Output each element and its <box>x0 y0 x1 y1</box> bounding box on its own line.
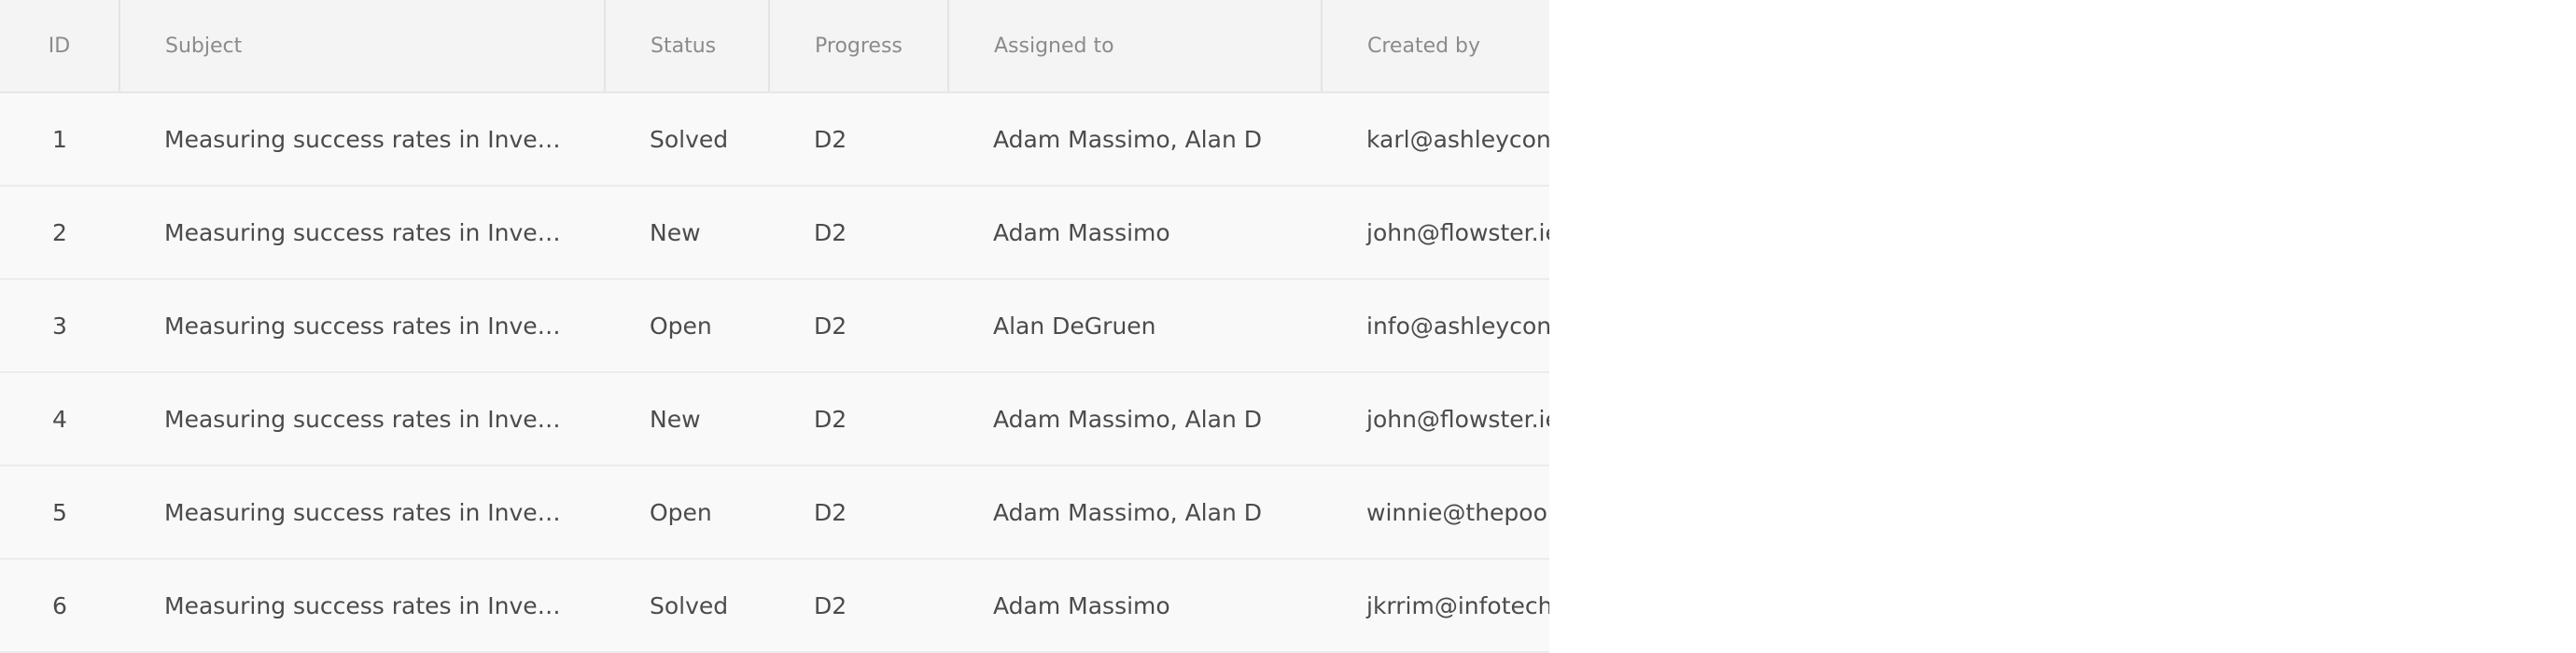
cell-assigned-to: Adam Massimo, Alan D <box>948 372 1322 466</box>
cell-status: Solved <box>605 559 769 653</box>
cell-assigned-to: Adam Massimo, Alan D <box>948 465 1322 560</box>
column-header-created-by[interactable]: Created by <box>1321 0 1549 93</box>
tickets-table-container: ID Subject Status Progress Assigned to C… <box>0 0 1549 653</box>
cell-id: 6 <box>0 559 119 653</box>
table-header-row: ID Subject Status Progress Assigned to C… <box>0 0 1549 93</box>
cell-progress: D2 <box>769 279 948 373</box>
cell-progress: D2 <box>769 559 948 653</box>
column-header-subject[interactable]: Subject <box>119 0 605 93</box>
cell-progress: D2 <box>769 92 948 187</box>
column-header-progress[interactable]: Progress <box>768 0 948 93</box>
cell-assigned-to: Adam Massimo <box>948 559 1322 653</box>
column-header-id[interactable]: ID <box>0 0 119 93</box>
cell-id: 1 <box>0 92 119 187</box>
cell-created-by: jkrrim@infotech.com <box>1322 559 1549 653</box>
table-body: 1 Measuring success rates in Investigati… <box>0 92 1549 653</box>
cell-subject: Measuring success rates in Investigation… <box>119 559 605 653</box>
table-row[interactable]: 6 Measuring success rates in Investigati… <box>0 559 1549 653</box>
cell-created-by: karl@ashleyconsulting.ie <box>1322 92 1549 187</box>
cell-created-by: info@ashleyconsulting.ie <box>1322 279 1549 373</box>
cell-subject: Measuring success rates in Investigation… <box>119 372 605 466</box>
cell-subject: Measuring success rates in Investigation… <box>119 186 605 280</box>
table-row[interactable]: 2 Measuring success rates in Investigati… <box>0 186 1549 280</box>
cell-id: 5 <box>0 465 119 560</box>
cell-progress: D2 <box>769 372 948 466</box>
table-row[interactable]: 1 Measuring success rates in Investigati… <box>0 92 1549 187</box>
cell-status: New <box>605 372 769 466</box>
cell-created-by: winnie@thepoohcorner.ie <box>1322 465 1549 560</box>
table-row[interactable]: 5 Measuring success rates in Investigati… <box>0 465 1549 560</box>
table-row[interactable]: 4 Measuring success rates in Investigati… <box>0 372 1549 466</box>
cell-status: New <box>605 186 769 280</box>
cell-progress: D2 <box>769 465 948 560</box>
table-row[interactable]: 3 Measuring success rates in Investigati… <box>0 279 1549 373</box>
cell-id: 4 <box>0 372 119 466</box>
cell-assigned-to: Adam Massimo <box>948 186 1322 280</box>
cell-status: Open <box>605 465 769 560</box>
cell-subject: Measuring success rates in Investigation… <box>119 92 605 187</box>
column-header-status[interactable]: Status <box>604 0 769 93</box>
column-header-assigned-to[interactable]: Assigned to <box>947 0 1322 93</box>
cell-assigned-to: Adam Massimo, Alan D <box>948 92 1322 187</box>
cell-created-by: john@flowster.ie <box>1322 372 1549 466</box>
tickets-table: ID Subject Status Progress Assigned to C… <box>0 0 1549 653</box>
cell-id: 3 <box>0 279 119 373</box>
cell-assigned-to: Alan DeGruen <box>948 279 1322 373</box>
cell-created-by: john@flowster.ie <box>1322 186 1549 280</box>
cell-status: Open <box>605 279 769 373</box>
cell-progress: D2 <box>769 186 948 280</box>
cell-status: Solved <box>605 92 769 187</box>
cell-subject: Measuring success rates in Investigation… <box>119 465 605 560</box>
cell-id: 2 <box>0 186 119 280</box>
cell-subject: Measuring success rates in Investigation… <box>119 279 605 373</box>
table-header: ID Subject Status Progress Assigned to C… <box>0 0 1549 93</box>
